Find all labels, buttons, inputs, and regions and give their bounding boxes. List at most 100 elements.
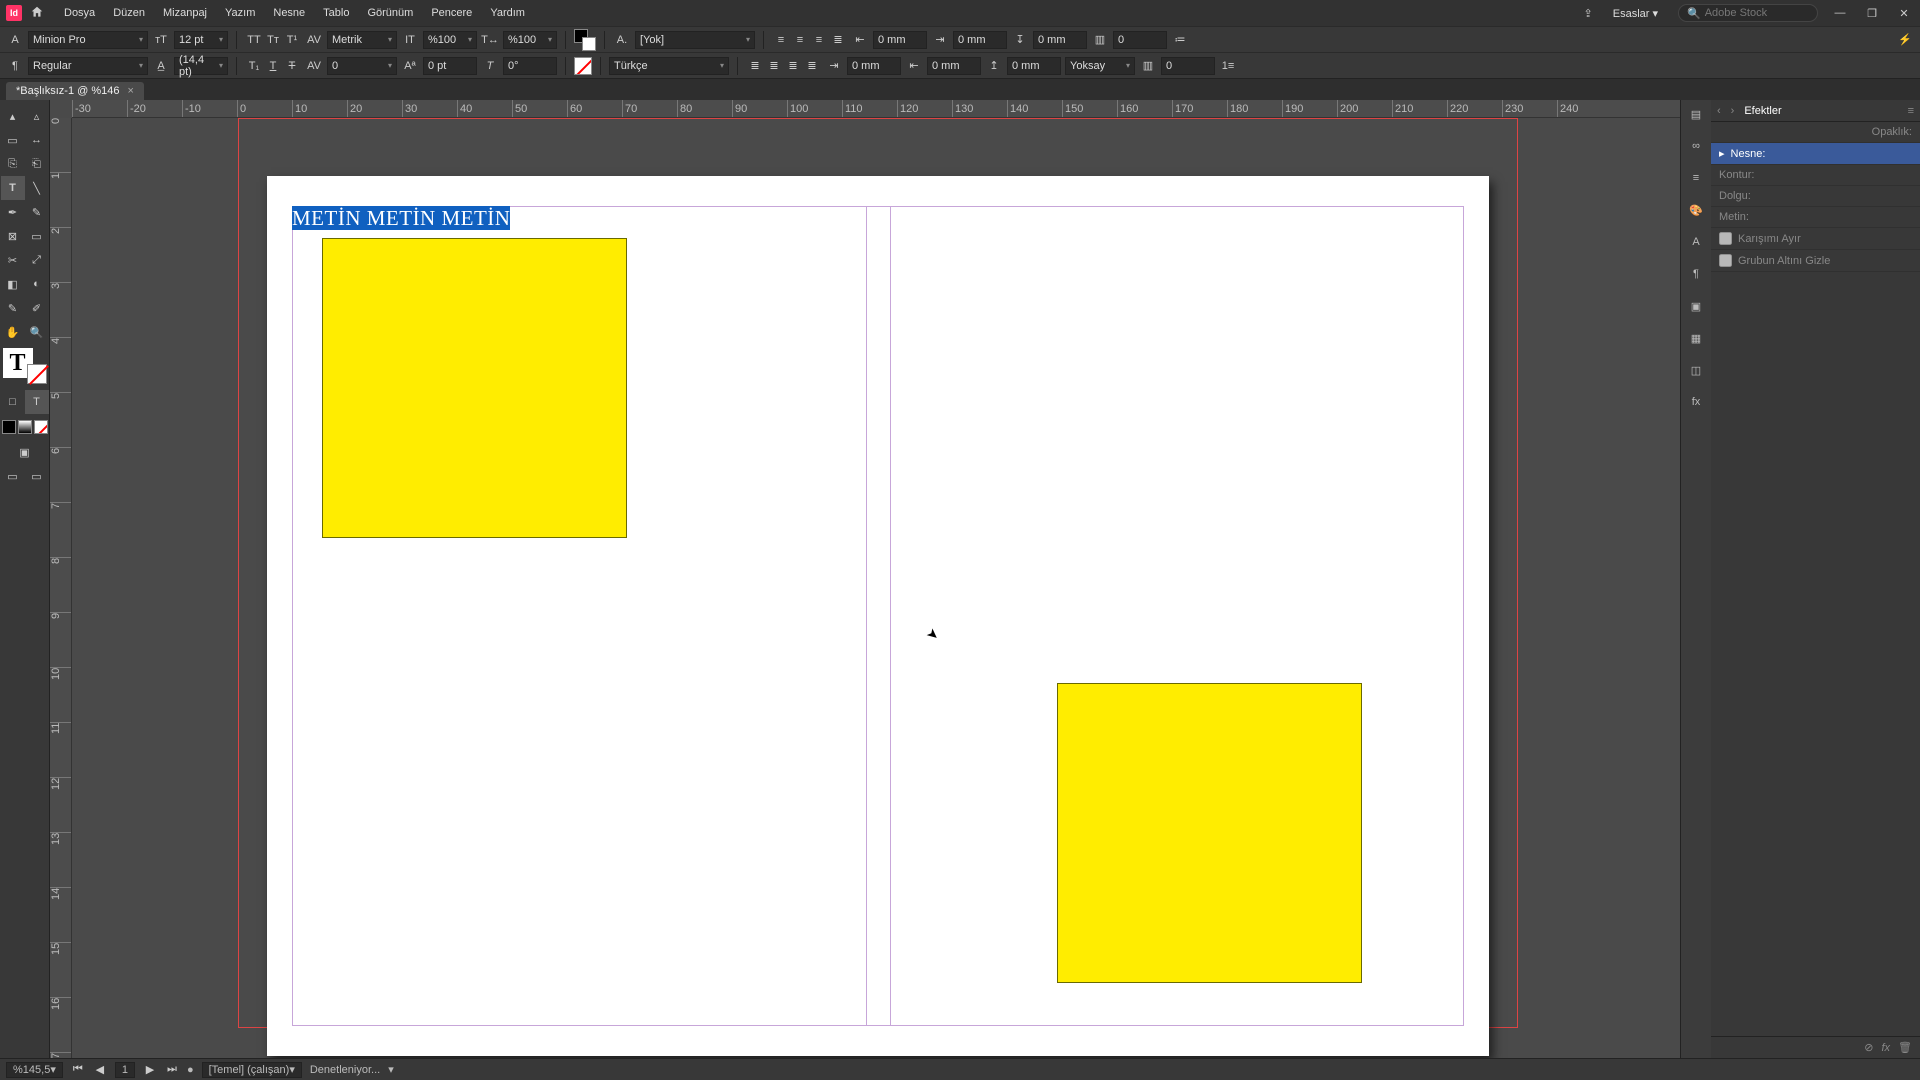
document-tab[interactable]: *Başlıksız-1 @ %146 ×: [6, 82, 144, 100]
isolate-blending-row[interactable]: Karışımı Ayır: [1711, 228, 1920, 250]
font-size-field[interactable]: 12 pt: [174, 31, 228, 49]
quick-apply-icon[interactable]: ⚡: [1896, 31, 1914, 49]
menu-layout[interactable]: Mizanpaj: [155, 3, 215, 23]
page-tool[interactable]: ▭: [1, 128, 25, 152]
numbering-icon[interactable]: 1≡: [1219, 57, 1237, 75]
vscale-field[interactable]: %100: [423, 31, 477, 49]
justify-button[interactable]: ≣: [829, 31, 847, 49]
rect-tool[interactable]: ▭: [25, 224, 49, 248]
prev-page-button[interactable]: ◀: [93, 1063, 107, 1076]
allcaps-button[interactable]: TT: [245, 31, 263, 49]
publish-icon[interactable]: ⇪: [1584, 7, 1593, 20]
panel-tab-effects[interactable]: Efektler: [1744, 105, 1781, 117]
hand-tool[interactable]: ✋: [1, 320, 25, 344]
apply-gradient-button[interactable]: [18, 420, 32, 434]
menu-object[interactable]: Nesne: [265, 3, 313, 23]
links-panel-icon[interactable]: ∞: [1686, 136, 1706, 156]
align-left-button[interactable]: ≡: [772, 31, 790, 49]
effects-target-object[interactable]: ▸Nesne:: [1711, 143, 1920, 165]
effects-target-text[interactable]: Metin:: [1711, 207, 1920, 228]
note-tool[interactable]: ✎: [1, 296, 25, 320]
justify-left-button[interactable]: ≣: [746, 57, 764, 75]
indent-left-field[interactable]: 0 mm: [873, 31, 927, 49]
superscript-button[interactable]: T¹: [283, 31, 301, 49]
eyedropper-tool[interactable]: ✐: [25, 296, 49, 320]
panel-nav-prev[interactable]: ‹: [1717, 105, 1721, 117]
yellow-rectangle-1[interactable]: [322, 238, 627, 538]
smallcaps-button[interactable]: Tᴛ: [264, 31, 282, 49]
canvas-area[interactable]: -30-20-100102030405060708090100110120130…: [50, 100, 1680, 1058]
menu-edit[interactable]: Düzen: [105, 3, 153, 23]
gradient-feather-tool[interactable]: ◐: [25, 272, 49, 296]
pen-tool[interactable]: ✒: [1, 200, 25, 224]
menu-table[interactable]: Tablo: [315, 3, 357, 23]
gradient-swatch-tool[interactable]: ◧: [1, 272, 25, 296]
firstline-field[interactable]: 0 mm: [953, 31, 1007, 49]
line-tool[interactable]: ╲: [25, 176, 49, 200]
selection-tool[interactable]: ▴: [1, 104, 25, 128]
stroke-panel-icon[interactable]: ≡: [1686, 168, 1706, 188]
fx-icon[interactable]: fx: [1881, 1042, 1890, 1054]
scissors-tool[interactable]: ✂: [1, 248, 25, 272]
zoom-field[interactable]: %145,5 ▾: [6, 1062, 63, 1078]
view-mode-button[interactable]: ▣: [13, 440, 37, 464]
char-format-icon[interactable]: A: [6, 31, 24, 49]
col2-field[interactable]: 0: [1161, 57, 1215, 75]
page-field[interactable]: 1: [115, 1062, 135, 1078]
underline-button[interactable]: T: [264, 57, 282, 75]
yellow-rectangle-2[interactable]: [1057, 683, 1362, 983]
para-format-icon[interactable]: ¶: [6, 57, 24, 75]
effects-target-fill[interactable]: Dolgu:: [1711, 186, 1920, 207]
content-placer-tool[interactable]: ⎗: [25, 152, 49, 176]
menu-window[interactable]: Pencere: [423, 3, 480, 23]
justify-full-button[interactable]: ≣: [803, 57, 821, 75]
close-tab-icon[interactable]: ×: [128, 85, 134, 97]
fill-stroke-proxy[interactable]: T: [1, 348, 49, 384]
justify-right-button[interactable]: ≣: [784, 57, 802, 75]
menu-help[interactable]: Yardım: [482, 3, 533, 23]
screen-mode-alt-button[interactable]: ▭: [25, 464, 49, 488]
char-panel-icon[interactable]: A: [1686, 232, 1706, 252]
baseline-field[interactable]: 0 pt: [423, 57, 477, 75]
type-tool[interactable]: T: [1, 176, 25, 200]
screen-mode-button[interactable]: ▭: [1, 464, 25, 488]
indent-right-field[interactable]: 0 mm: [847, 57, 901, 75]
subscript-button[interactable]: T₁: [245, 57, 263, 75]
color-panel-icon[interactable]: 🎨: [1686, 200, 1706, 220]
baseline-grid-field[interactable]: Yoksay: [1065, 57, 1135, 75]
home-icon[interactable]: [30, 5, 46, 21]
apply-none-button[interactable]: [34, 420, 48, 434]
minimize-button[interactable]: —: [1830, 7, 1850, 19]
apply-color-button[interactable]: [2, 420, 16, 434]
rect-frame-tool[interactable]: ⊠: [1, 224, 25, 248]
panel-menu-icon[interactable]: ≡: [1908, 105, 1914, 117]
format-container-button[interactable]: □: [1, 390, 25, 414]
panel-nav-next[interactable]: ›: [1731, 105, 1735, 117]
workspace-switcher[interactable]: Esaslar ▾: [1605, 3, 1666, 24]
spread[interactable]: METİN METİN METİN: [267, 176, 1489, 1056]
bullets-icon[interactable]: ≔: [1171, 31, 1189, 49]
font-style-field[interactable]: Regular: [28, 57, 148, 75]
pages-panel-icon[interactable]: ▤: [1686, 104, 1706, 124]
kerning-field[interactable]: Metrik: [327, 31, 397, 49]
last-page-button[interactable]: ⏭: [165, 1063, 179, 1076]
align-right-button[interactable]: ≡: [810, 31, 828, 49]
next-page-button[interactable]: ▶: [143, 1063, 157, 1076]
justify-center-button[interactable]: ≣: [765, 57, 783, 75]
first-page-button[interactable]: ⏮: [71, 1063, 85, 1076]
selected-text[interactable]: METİN METİN METİN: [292, 206, 510, 230]
clear-effects-icon[interactable]: ⊘: [1864, 1041, 1873, 1054]
zoom-tool[interactable]: 🔍: [25, 320, 49, 344]
lastline-field[interactable]: 0 mm: [927, 57, 981, 75]
hscale-field[interactable]: %100: [503, 31, 557, 49]
gap-tool[interactable]: ↔: [25, 128, 49, 152]
restore-button[interactable]: ❐: [1862, 7, 1882, 20]
cc-libraries-icon[interactable]: ▣: [1686, 296, 1706, 316]
font-family-field[interactable]: Minion Pro: [28, 31, 148, 49]
close-button[interactable]: ✕: [1894, 7, 1914, 20]
fill-stroke-swatch[interactable]: [574, 29, 596, 51]
stroke-none-swatch[interactable]: [574, 57, 592, 75]
leading-field[interactable]: (14,4 pt): [174, 57, 228, 75]
space-before-field[interactable]: 0 mm: [1033, 31, 1087, 49]
trash-icon[interactable]: 🗑: [1898, 1041, 1912, 1054]
